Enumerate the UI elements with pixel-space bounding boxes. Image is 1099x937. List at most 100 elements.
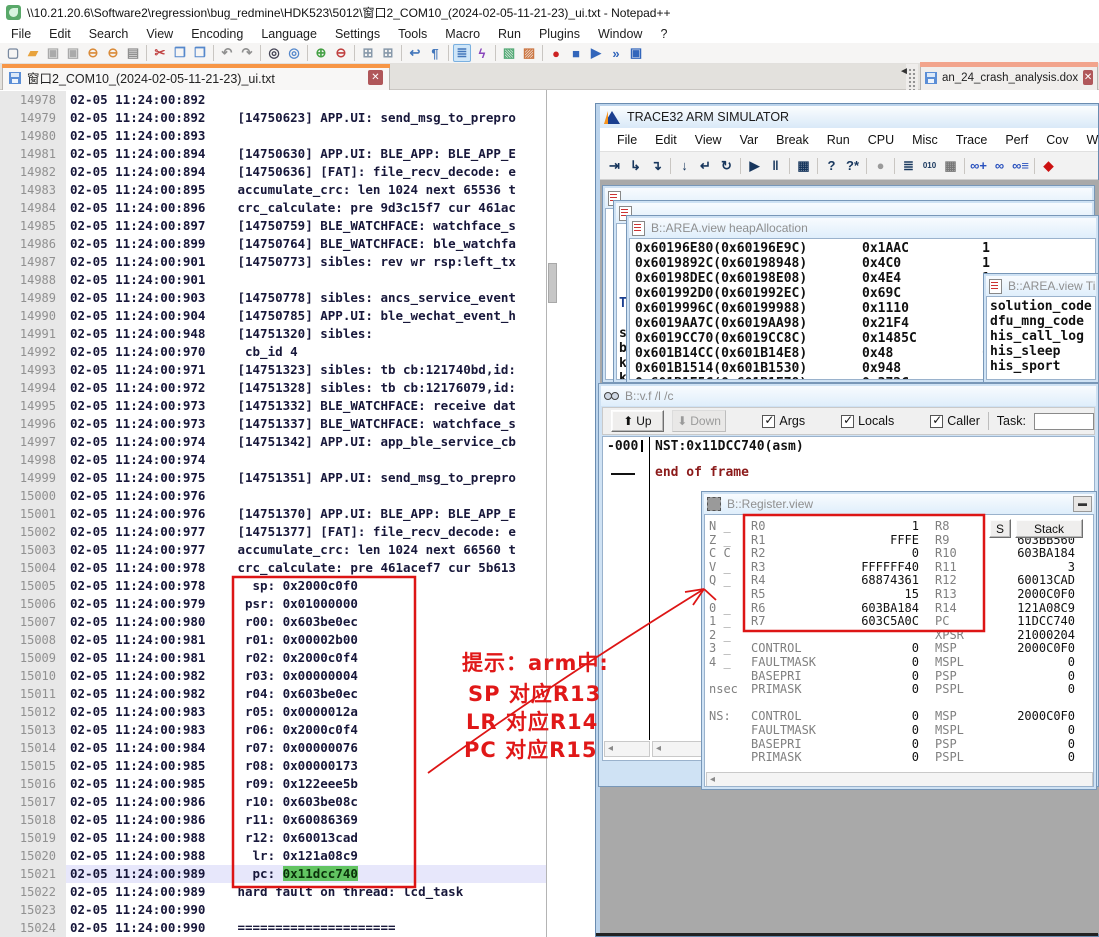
print-icon[interactable]: ▤ [124,44,142,62]
trace32-menu-trace[interactable]: Trace [947,131,997,149]
trace32-menu-file[interactable]: File [608,131,646,149]
show-symbols-icon[interactable]: ¶ [426,44,444,62]
register-row[interactable]: BASEPRI0PSP0 [751,738,1081,752]
register-row[interactable]: FAULTMASK0MSPL0 [751,724,1081,738]
tab-crash-analysis-doc[interactable]: an_24_crash_analysis.dox ✕ [920,64,1098,90]
debug-devil-icon[interactable]: ◆ [1039,156,1058,175]
register-row[interactable]: CONTROL0MSP2000C0F0 [751,710,1081,724]
menu-search[interactable]: Search [80,26,138,42]
heap-row[interactable]: 0x6019892C(0x60198948)0x4C01 [630,256,1095,271]
area-item[interactable]: solution_code [987,299,1095,314]
zoom-in-icon[interactable]: ⊕ [312,44,330,62]
close-all-icon[interactable]: ⊖ [104,44,122,62]
trace32-menu-var[interactable]: Var [731,131,768,149]
trace32-menu-cpu[interactable]: CPU [859,131,903,149]
open-folder-icon[interactable]: ▰ [24,44,42,62]
trace32-menu-cov[interactable]: Cov [1037,131,1077,149]
register-row[interactable]: R20R10603BA184 [751,547,1081,561]
heap-row[interactable]: 0x60196E80(0x60196E9C)0x1AAC1 [630,241,1095,256]
frame-up-button[interactable]: ⬆ Up [611,410,664,432]
register-window[interactable]: B::Register.view ▬ N _Z _C CV _Q _0 _1 _… [701,491,1097,790]
register-scrollbar[interactable]: ◂ [706,772,1093,787]
menu-file[interactable]: File [2,26,40,42]
register-row[interactable]: R515R132000C0F0 [751,588,1081,602]
go-icon[interactable]: ▶ [745,156,764,175]
area-item[interactable]: his_sport [987,359,1095,374]
close-doc-icon[interactable]: ⊖ [84,44,102,62]
trace32-titlebar[interactable]: TRACE32 ARM SIMULATOR [600,106,1098,128]
new-file-icon[interactable]: ▢ [4,44,22,62]
trace32-menu-window[interactable]: Window [1077,131,1099,149]
register-row[interactable]: FAULTMASK0MSPL0 [751,656,1081,670]
cut-icon[interactable]: ✂ [151,44,169,62]
replace-icon[interactable]: ◎ [285,44,303,62]
s-button[interactable]: S [989,519,1011,538]
frame-down-button[interactable]: ⬇ Down [672,410,727,432]
area-tim-window[interactable]: B::AREA.view Tim solution_codedfu_mng_co… [983,273,1099,383]
step-over-icon[interactable]: ↳ [626,156,645,175]
register-row[interactable]: R3FFFFFF40R113 [751,561,1081,575]
area-item[interactable]: his_sleep [987,344,1095,359]
copy-icon[interactable]: ❐ [171,44,189,62]
tim-window-titlebar[interactable]: B::AREA.view Tim [986,276,1096,296]
menu-macro[interactable]: Macro [436,26,489,42]
save-all-icon[interactable]: ▣ [64,44,82,62]
menu-language[interactable]: Language [252,26,326,42]
context-help-icon[interactable]: ?* [843,156,862,175]
undo-icon[interactable]: ↶ [218,44,236,62]
function-list-icon[interactable]: ϟ [473,44,491,62]
stack-button[interactable]: Stack [1015,519,1083,538]
trace32-menu-edit[interactable]: Edit [646,131,686,149]
close-tab-icon[interactable]: ✕ [368,70,383,85]
menu-edit[interactable]: Edit [40,26,80,42]
chip-icon[interactable]: ▦ [941,156,960,175]
indent-guide-icon[interactable]: ≣ [453,44,471,62]
watch-list-icon[interactable]: ∞≡ [1011,156,1030,175]
menu-view[interactable]: View [137,26,182,42]
sync-scroll-v-icon[interactable]: ⊞ [359,44,377,62]
macro-play-icon[interactable]: ▶ [587,44,605,62]
find-icon[interactable]: ◎ [265,44,283,62]
stop-icon[interactable]: ● [871,156,890,175]
vf-left-scrollbar[interactable]: ◂ [604,741,650,757]
go-return-icon[interactable]: ↵ [696,156,715,175]
register-row[interactable]: R7603C5A0CPC11DCC740 [751,615,1081,629]
register-row[interactable]: R6603BA184R14121A08C9 [751,602,1081,616]
word-wrap-icon[interactable]: ↩ [406,44,424,62]
menu-window[interactable]: Window [589,26,651,42]
zoom-out-icon[interactable]: ⊖ [332,44,350,62]
register-window-titlebar[interactable]: B::Register.view ▬ [704,494,1094,514]
watch-add-icon[interactable]: ∞+ [969,156,988,175]
help-icon[interactable]: ? [822,156,841,175]
trace32-menu-run[interactable]: Run [818,131,859,149]
menu-help[interactable]: ? [651,26,676,42]
vf-window-titlebar[interactable]: B::v.f /l /c [601,386,1096,406]
macro-save-icon[interactable]: ▣ [627,44,645,62]
area-item[interactable]: his_call_log [987,329,1095,344]
caller-checkbox[interactable]: Caller [930,414,980,428]
args-checkbox[interactable]: Args [762,414,805,428]
menu-plugins[interactable]: Plugins [530,26,589,42]
step-icon[interactable]: ⇥ [605,156,624,175]
menu-encoding[interactable]: Encoding [182,26,252,42]
register-row[interactable]: CONTROL0MSP2000C0F0 [751,642,1081,656]
register-row[interactable]: XPSR21000204 [751,629,1081,643]
trace32-menu-break[interactable]: Break [767,131,818,149]
scrollbar-thumb[interactable] [548,263,557,303]
frame-text[interactable]: NST:0x11DCC740(asm) [655,439,804,454]
doc-map-icon[interactable]: ▧ [500,44,518,62]
redo-icon[interactable]: ↷ [238,44,256,62]
step-diverge-icon[interactable]: ↴ [647,156,666,175]
break-pause-icon[interactable]: ‖ [766,156,785,175]
go-down-icon[interactable]: ↓ [675,156,694,175]
minimize-icon[interactable]: ▬ [1073,496,1092,512]
area-item[interactable]: dfu_mng_code [987,314,1095,329]
editor-scrollbar-strip[interactable] [546,90,596,937]
close-tab-icon[interactable]: ✕ [1083,70,1093,85]
trace32-menu-view[interactable]: View [686,131,731,149]
macro-record-icon[interactable]: ● [547,44,565,62]
sync-scroll-h-icon[interactable]: ⊞ [379,44,397,62]
mode-icon[interactable]: ▦ [794,156,813,175]
watch-icon[interactable]: ∞ [990,156,1009,175]
menu-tools[interactable]: Tools [389,26,436,42]
